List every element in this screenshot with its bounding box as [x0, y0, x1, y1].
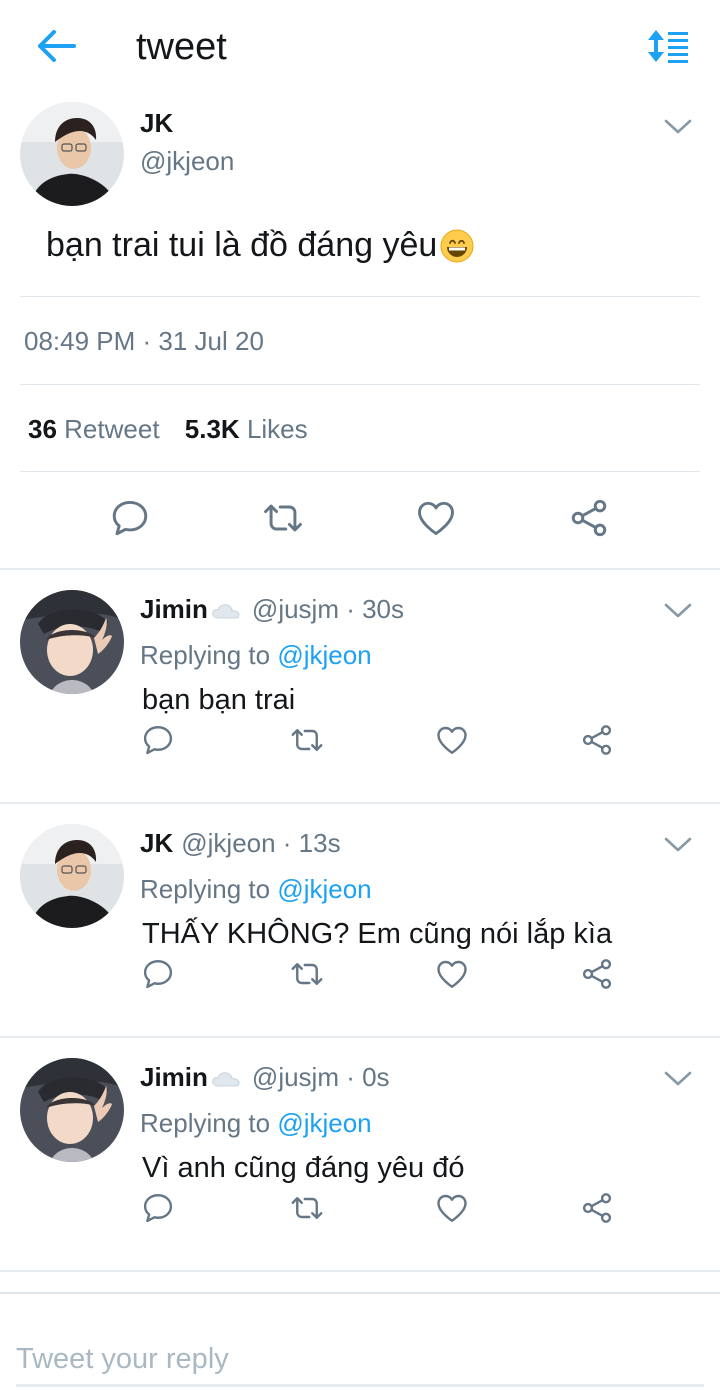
- retweets-count: 36: [28, 414, 57, 444]
- chevron-down-icon[interactable]: [662, 598, 694, 622]
- author-name[interactable]: JK: [140, 828, 173, 859]
- chevron-down-icon[interactable]: [662, 114, 694, 138]
- retweets-label: Retweet: [64, 414, 160, 444]
- avatar[interactable]: [20, 102, 124, 206]
- cloud-icon: [212, 1071, 240, 1086]
- reply-text: THẤY KHÔNG? Em cũng nói lắp kìa: [142, 918, 613, 950]
- tweet-stats: 36 Retweet 5.3K Likes: [28, 414, 326, 445]
- handle-and-time: @jusjm · 30s: [251, 594, 405, 624]
- like-icon[interactable]: [414, 496, 458, 540]
- reply-tweet[interactable]: JK @jkjeon · 13s Replying to @jkjeon THẤ…: [0, 804, 720, 1038]
- divider: [20, 384, 700, 385]
- likes-stat[interactable]: 5.3K Likes: [185, 414, 308, 444]
- chevron-down-icon[interactable]: [662, 832, 694, 856]
- handle-and-time: @jkjeon · 13s: [181, 828, 341, 858]
- reply-text: Vì anh cũng đáng yêu đó: [142, 1152, 465, 1184]
- share-icon[interactable]: [579, 1190, 615, 1226]
- reply-icon[interactable]: [108, 496, 152, 540]
- back-button[interactable]: [34, 26, 80, 66]
- chevron-down-icon[interactable]: [662, 1066, 694, 1090]
- mention-link[interactable]: @jkjeon: [277, 640, 371, 670]
- replying-to: Replying to @jkjeon: [140, 1108, 372, 1139]
- reply-header: Jimin @jusjm · 30s: [140, 594, 404, 625]
- page-title: tweet: [136, 26, 227, 68]
- avatar[interactable]: [20, 590, 124, 694]
- tweet-text-row: bạn trai tui là đồ đáng yêu: [46, 226, 475, 265]
- back-arrow-icon[interactable]: [34, 26, 80, 66]
- author-name[interactable]: JK: [140, 108, 173, 139]
- divider: [20, 296, 700, 297]
- tweet-timestamp: 08:49 PM · 31 Jul 20: [24, 326, 264, 356]
- reply-header: JK @jkjeon · 13s: [140, 828, 341, 859]
- reply-actions: [0, 722, 720, 762]
- author-handle[interactable]: @jkjeon: [140, 146, 234, 177]
- top-bar: tweet: [0, 0, 720, 96]
- reply-icon[interactable]: [140, 956, 176, 992]
- reply-actions: [0, 1190, 720, 1230]
- retweet-icon[interactable]: [289, 1190, 325, 1226]
- reply-tweet[interactable]: Jimin @jusjm · 30s Replying to @jkjeon b…: [0, 570, 720, 804]
- sort-icon[interactable]: [644, 26, 690, 66]
- reply-tweet[interactable]: Jimin @jusjm · 0s Replying to @jkjeon Vì…: [0, 1038, 720, 1272]
- divider: [20, 471, 700, 472]
- replying-to: Replying to @jkjeon: [140, 874, 372, 905]
- replying-label: Replying to: [140, 640, 271, 670]
- retweet-icon[interactable]: [261, 496, 305, 540]
- likes-label: Likes: [246, 414, 308, 444]
- like-icon[interactable]: [434, 1190, 470, 1226]
- author-name[interactable]: Jimin: [140, 594, 208, 625]
- like-icon[interactable]: [434, 956, 470, 992]
- retweets-stat[interactable]: 36 Retweet: [28, 414, 160, 444]
- share-icon[interactable]: [579, 956, 615, 992]
- share-icon[interactable]: [567, 496, 611, 540]
- tweet-text: bạn trai tui là đồ đáng yêu: [46, 226, 438, 264]
- reply-icon[interactable]: [140, 1190, 176, 1226]
- mention-link[interactable]: @jkjeon: [277, 1108, 371, 1138]
- cloud-icon: [212, 603, 240, 618]
- mention-link[interactable]: @jkjeon: [277, 874, 371, 904]
- main-tweet: JK @jkjeon bạn trai tui là đồ đáng yêu 0…: [0, 96, 720, 570]
- tweet-actions: [0, 496, 720, 546]
- replying-label: Replying to: [140, 1108, 271, 1138]
- likes-count: 5.3K: [184, 414, 240, 444]
- replying-label: Replying to: [140, 874, 271, 904]
- like-icon[interactable]: [434, 722, 470, 758]
- avatar[interactable]: [20, 824, 124, 928]
- replying-to: Replying to @jkjeon: [140, 640, 372, 671]
- sort-button[interactable]: [644, 26, 690, 66]
- handle-and-time: @jusjm · 0s: [251, 1062, 390, 1092]
- share-icon[interactable]: [579, 722, 615, 758]
- divider: [0, 1292, 720, 1294]
- reply-icon[interactable]: [140, 722, 176, 758]
- grinning-face-emoji-icon: [440, 229, 474, 262]
- reply-input[interactable]: [16, 1338, 706, 1380]
- reply-actions: [0, 956, 720, 996]
- input-underline: [16, 1384, 704, 1387]
- author-name[interactable]: Jimin: [140, 1062, 208, 1093]
- retweet-icon[interactable]: [289, 956, 325, 992]
- avatar[interactable]: [20, 1058, 124, 1162]
- reply-header: Jimin @jusjm · 0s: [140, 1062, 390, 1093]
- reply-text: bạn bạn trai: [142, 684, 296, 716]
- retweet-icon[interactable]: [289, 722, 325, 758]
